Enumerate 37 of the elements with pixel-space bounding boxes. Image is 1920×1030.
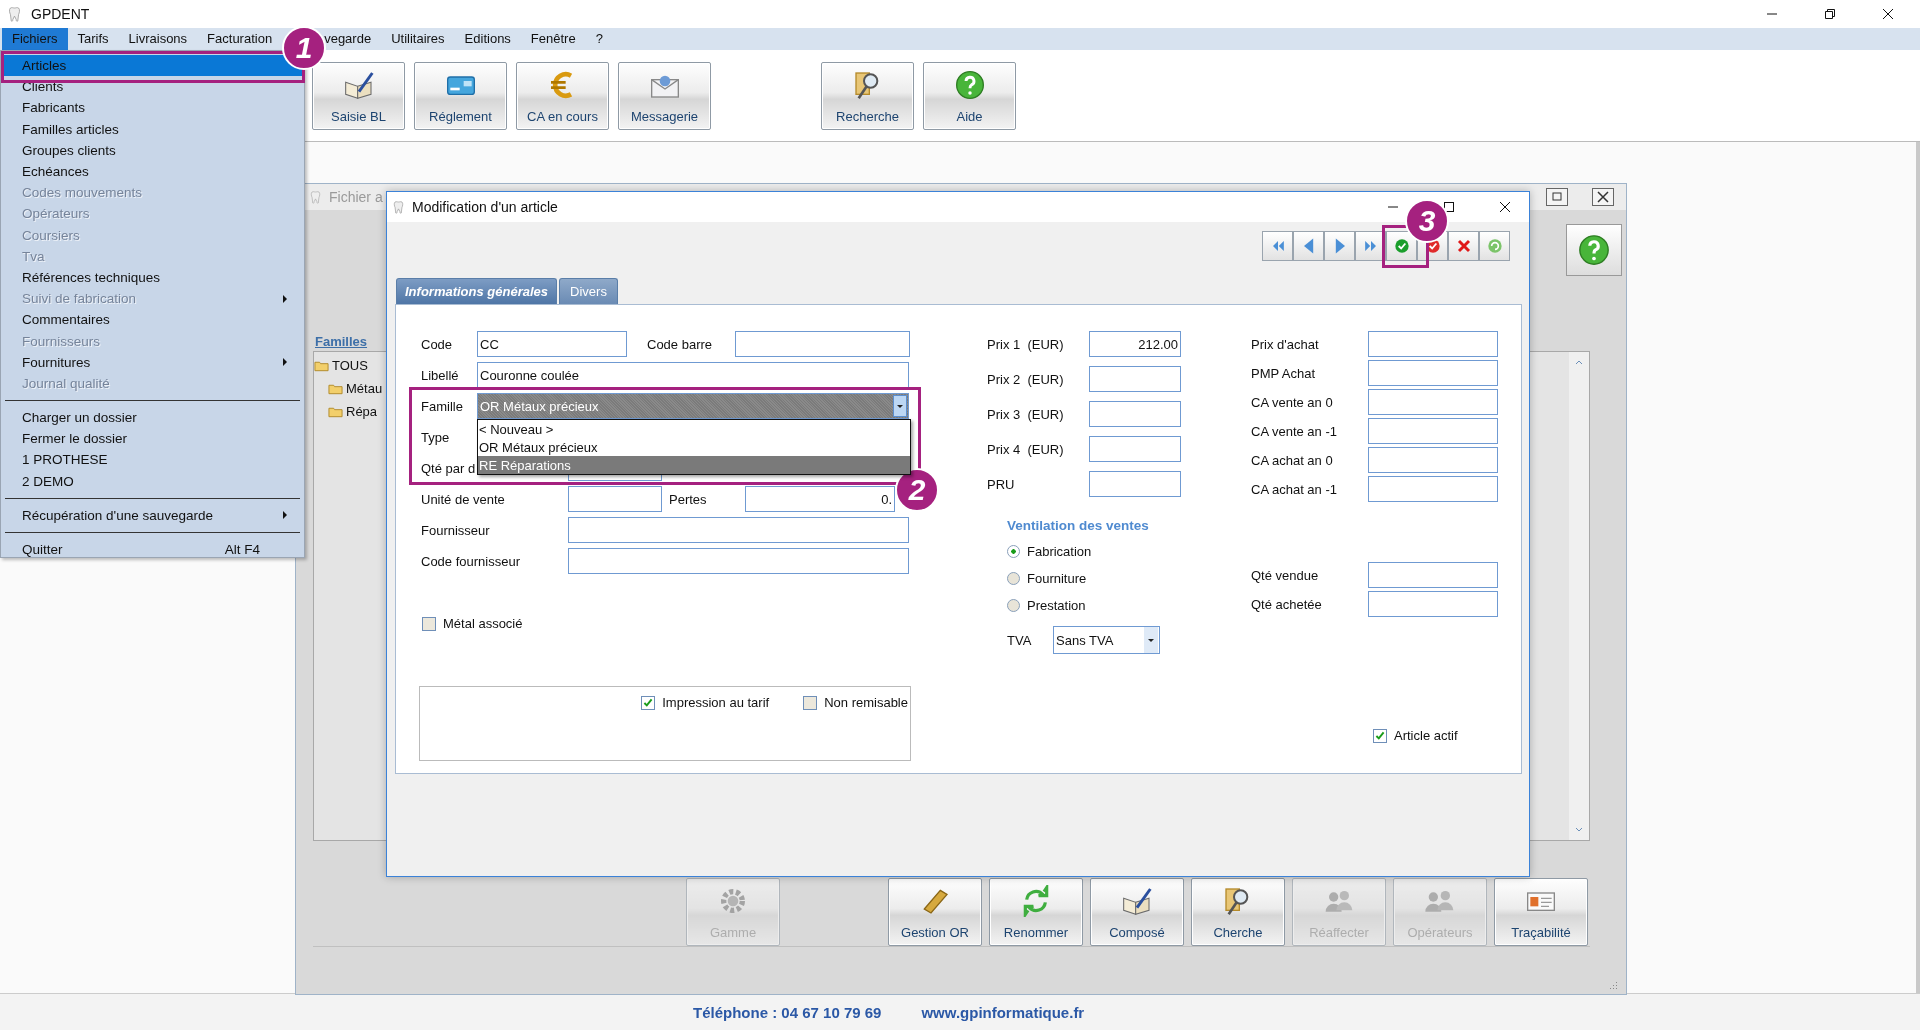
field-label: Prix 1 (EUR) — [987, 336, 1065, 352]
field-label: PRU — [987, 476, 1016, 492]
radio-label: Fourniture — [1027, 571, 1087, 586]
window-title: GPDENT — [31, 6, 90, 22]
field-label: TVA — [1007, 632, 1033, 648]
checkbox-label: Article actif — [1394, 728, 1458, 743]
section-title: Familles — [315, 334, 368, 349]
field-label: Fournisseur — [421, 522, 491, 538]
field-label: Pertes — [669, 491, 708, 507]
field-label: Prix 3 (EUR) — [987, 406, 1065, 422]
section-title: Ventilation des ventes — [1007, 518, 1150, 533]
field-label: Prix 2 (EUR) — [987, 371, 1065, 387]
field-label: CA vente an 0 — [1251, 394, 1334, 410]
dialog-title: Modification d'un article — [412, 199, 558, 215]
field-label: Code barre — [647, 336, 714, 352]
radio-label: Prestation — [1027, 598, 1086, 613]
field-label: Code fournisseur — [421, 553, 521, 569]
field-label: CA achat an 0 — [1251, 452, 1334, 468]
field-label: Famille — [421, 398, 464, 414]
field-label: Prix 4 (EUR) — [987, 441, 1065, 457]
field-label: Unité de vente — [421, 491, 506, 507]
field-label: Code — [421, 336, 454, 352]
window-title: Fichier a — [329, 189, 383, 205]
field-label: Qté achetée — [1251, 596, 1323, 612]
field-label: CA achat an -1 — [1251, 481, 1338, 497]
field-label: PMP Achat — [1251, 365, 1317, 381]
field-label: Prix d'achat — [1251, 336, 1320, 352]
checkbox-label: Métal associé — [443, 616, 523, 631]
field-label: Type — [421, 429, 451, 445]
field-label: Libellé — [421, 367, 460, 383]
radio-label: Fabrication — [1027, 544, 1092, 559]
field-label: Qté vendue — [1251, 567, 1320, 583]
field-label: Qté par d — [421, 460, 476, 476]
phone-number: Téléphone : 04 67 10 79 69 — [693, 1003, 882, 1021]
checkbox-label: Non remisable — [824, 695, 908, 710]
field-label: CA vente an -1 — [1251, 423, 1338, 439]
checkbox-label: Impression au tarif — [662, 695, 770, 710]
